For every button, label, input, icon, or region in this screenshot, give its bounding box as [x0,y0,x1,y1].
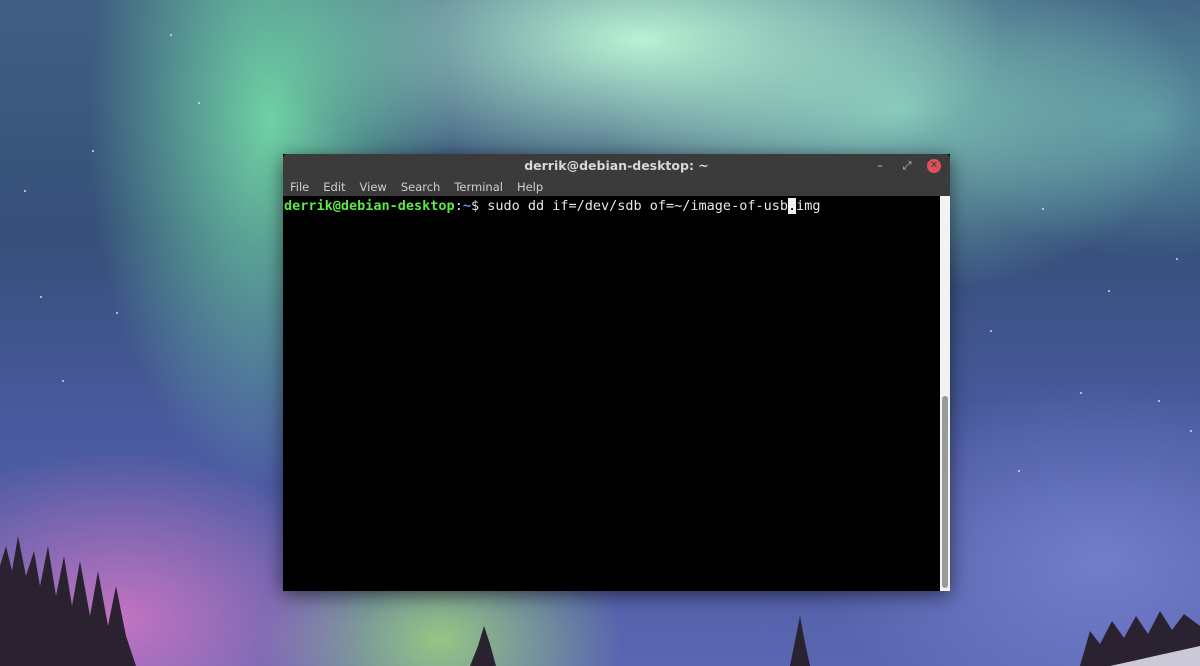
vertical-scrollbar[interactable] [940,196,950,591]
star [24,190,26,192]
prompt-user-host: derrik@debian-desktop [284,198,455,214]
command-text: sudo dd if=/dev/sdb of=~/image-of-usb [487,198,788,214]
window-titlebar[interactable]: derrik@debian-desktop: ~ – ⤢ ✕ [283,154,950,178]
star [990,330,992,332]
close-icon[interactable]: ✕ [927,159,941,173]
minimize-icon[interactable]: – [872,158,888,174]
menu-terminal[interactable]: Terminal [454,180,503,194]
window-title: derrik@debian-desktop: ~ [524,158,709,173]
star [1042,208,1044,210]
scrollbar-thumb[interactable] [942,396,948,588]
menu-view[interactable]: View [360,180,387,194]
star [1176,258,1178,260]
star [92,150,94,152]
star [62,380,64,382]
prompt-sign: $ [470,198,488,214]
terminal-output[interactable]: derrik@debian-desktop:~$ sudo dd if=/dev… [283,196,940,591]
terminal-window[interactable]: derrik@debian-desktop: ~ – ⤢ ✕ File Edit… [283,154,950,591]
menu-search[interactable]: Search [401,180,441,194]
star [170,34,172,36]
star [40,296,42,298]
text-cursor: . [787,198,797,214]
star [198,102,200,104]
menu-help[interactable]: Help [517,180,543,194]
star [1018,470,1020,472]
star [1080,392,1082,394]
menu-file[interactable]: File [290,180,309,194]
star [116,312,118,314]
star [1158,400,1160,402]
prompt-colon: : [454,198,463,214]
menubar: File Edit View Search Terminal Help [283,178,950,196]
menu-edit[interactable]: Edit [323,180,345,194]
star [1108,290,1110,292]
maximize-icon[interactable]: ⤢ [899,158,915,174]
prompt-path: ~ [462,198,471,214]
command-text-after-cursor: img [796,198,821,214]
star [1190,430,1192,432]
